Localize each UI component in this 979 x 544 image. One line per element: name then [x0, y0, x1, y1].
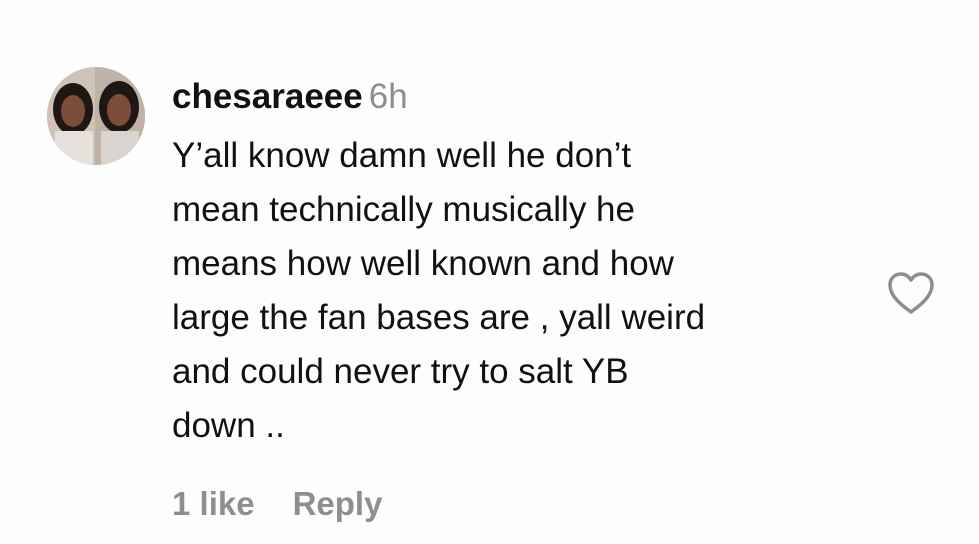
username[interactable]: chesaraeee [172, 77, 363, 116]
comment-item: chesaraeee 6h Y’all know damn well he don… [0, 0, 979, 544]
avatar-photo [47, 67, 145, 165]
comment-text: Y’all know damn well he don’t mean techn… [172, 129, 872, 453]
comment-text-line: means how well known and how [172, 244, 674, 283]
comment-text-line: mean technically musically he [172, 190, 635, 229]
comment-header: chesaraeee 6h [172, 76, 872, 118]
comment-text-line: down .. [172, 406, 285, 445]
reply-button[interactable]: Reply [293, 485, 383, 522]
comment-body: chesaraeee 6h Y’all know damn well he don… [172, 76, 872, 453]
likes-count-button[interactable]: 1 like [172, 485, 255, 522]
comment-actions: 1 like Reply [172, 485, 382, 523]
heart-outline-icon[interactable] [886, 270, 936, 316]
comment-text-line: large the fan bases are , yall weird [172, 298, 706, 337]
comment-text-line: and could never try to salt YB [172, 352, 629, 391]
avatar[interactable] [47, 67, 145, 165]
timestamp: 6h [368, 77, 408, 116]
comment-text-line: Y’all know damn well he don’t [172, 136, 632, 175]
